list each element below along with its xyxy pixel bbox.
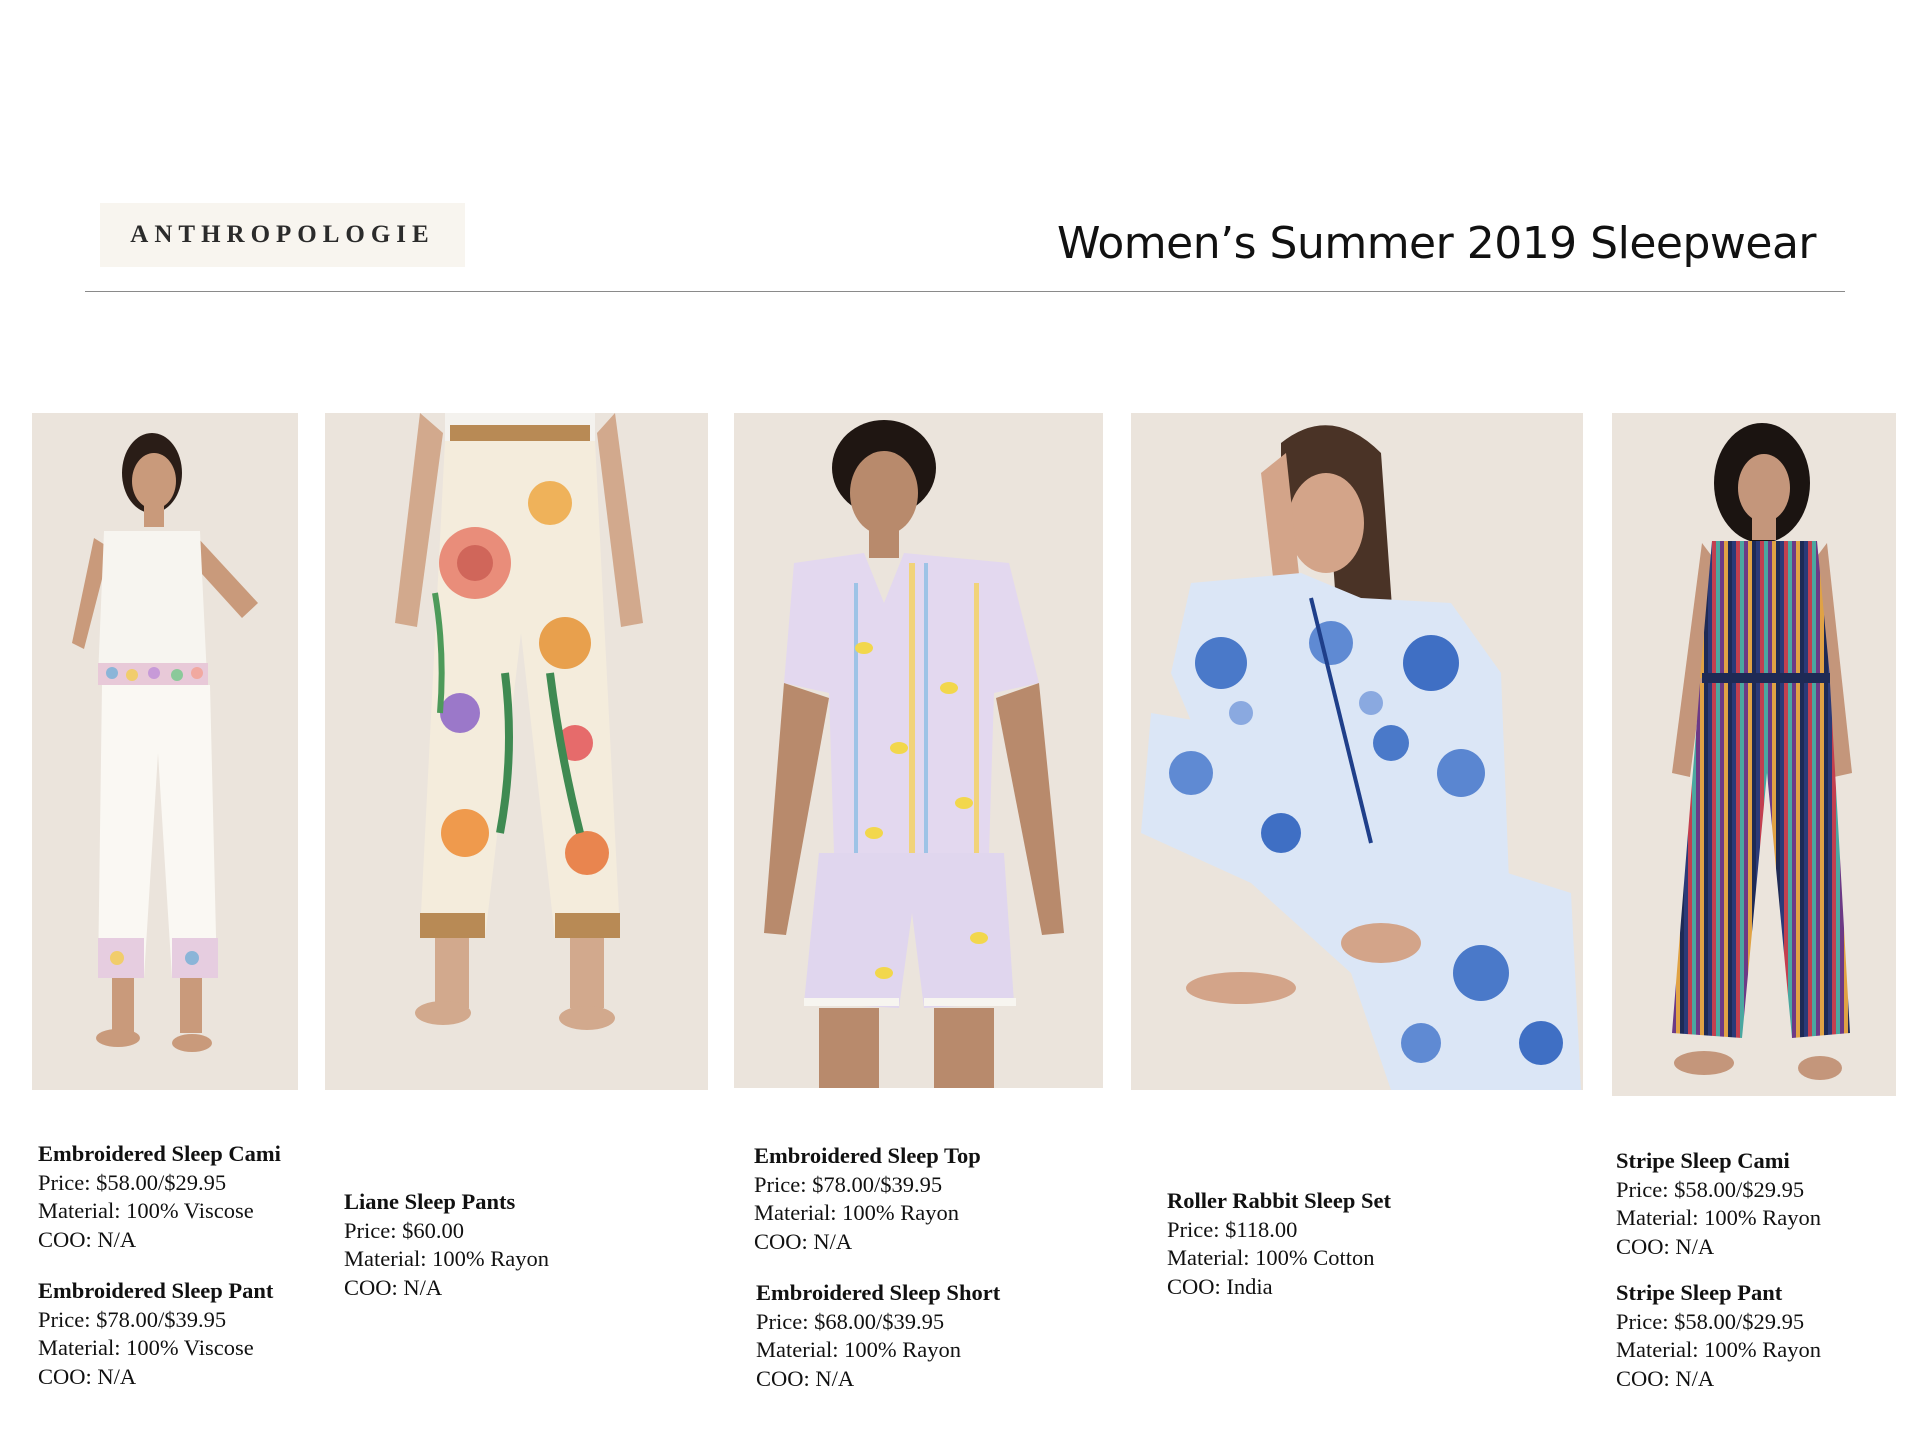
product-photo-stripe-sleep-cami-pant [1612,413,1896,1096]
product-material: Material: 100% Viscose [38,1198,254,1223]
product-material: Material: 100% Viscose [38,1335,254,1360]
product-info-embroidered-sleep-short: Embroidered Sleep Short Price: $68.00/$3… [756,1279,1000,1393]
brand-logo-text: ANTHROPOLOGIE [130,221,435,248]
product-photo-roller-rabbit-sleep-set [1131,413,1583,1090]
product-info-stripe-sleep-cami: Stripe Sleep Cami Price: $58.00/$29.95 M… [1616,1147,1821,1261]
product-price: Price: $78.00/$39.95 [754,1171,943,1197]
product-name: Stripe Sleep Cami [1616,1148,1790,1173]
brand-logo: ANTHROPOLOGIE [100,203,465,267]
product-photo-liane-sleep-pants [325,413,708,1090]
product-coo: COO: India [1167,1273,1273,1299]
product-name: Embroidered Sleep Top [754,1143,981,1168]
product-price: Price: $58.00/$29.95 [38,1169,227,1195]
product-name: Stripe Sleep Pant [1616,1280,1783,1305]
product-material: Material: 100% Rayon [754,1200,959,1225]
product-name: Roller Rabbit Sleep Set [1167,1188,1391,1213]
product-price: Price: $118.00 [1167,1216,1298,1242]
product-name: Embroidered Sleep Cami [38,1141,281,1166]
page-title: Women’s Summer 2019 Sleepwear [1056,218,1817,269]
product-material: Material: 100% Rayon [344,1246,549,1271]
product-coo: COO: N/A [756,1365,855,1391]
product-info-embroidered-sleep-pant: Embroidered Sleep Pant Price: $78.00/$39… [38,1277,273,1391]
product-info-embroidered-sleep-top: Embroidered Sleep Top Price: $78.00/$39.… [754,1142,981,1256]
product-material: Material: 100% Rayon [1616,1205,1821,1230]
product-material: Material: 100% Rayon [1616,1337,1821,1362]
product-coo: COO: N/A [1616,1233,1715,1259]
product-price: Price: $60.00 [344,1217,464,1243]
product-info-liane-sleep-pants: Liane Sleep Pants Price: $60.00 Material… [344,1188,549,1302]
product-price: Price: $58.00/$29.95 [1616,1176,1805,1202]
product-info-embroidered-sleep-cami: Embroidered Sleep Cami Price: $58.00/$29… [38,1140,281,1254]
product-name: Liane Sleep Pants [344,1189,516,1214]
product-name: Embroidered Sleep Short [756,1280,1001,1305]
product-coo: COO: N/A [754,1228,853,1254]
product-photo-embroidered-sleep-top-short [734,413,1103,1088]
product-price: Price: $58.00/$29.95 [1616,1308,1805,1334]
product-photo-embroidered-cami-pant [32,413,298,1090]
product-info-stripe-sleep-pant: Stripe Sleep Pant Price: $58.00/$29.95 M… [1616,1279,1821,1393]
product-coo: COO: N/A [38,1226,137,1252]
product-name: Embroidered Sleep Pant [38,1278,274,1303]
product-info-roller-rabbit-sleep-set: Roller Rabbit Sleep Set Price: $118.00 M… [1167,1187,1391,1301]
product-price: Price: $68.00/$39.95 [756,1308,945,1334]
product-coo: COO: N/A [1616,1365,1715,1391]
product-price: Price: $78.00/$39.95 [38,1306,227,1332]
header-divider [85,291,1845,292]
product-coo: COO: N/A [344,1274,443,1300]
product-material: Material: 100% Cotton [1167,1245,1375,1270]
product-coo: COO: N/A [38,1363,137,1389]
product-material: Material: 100% Rayon [756,1337,961,1362]
